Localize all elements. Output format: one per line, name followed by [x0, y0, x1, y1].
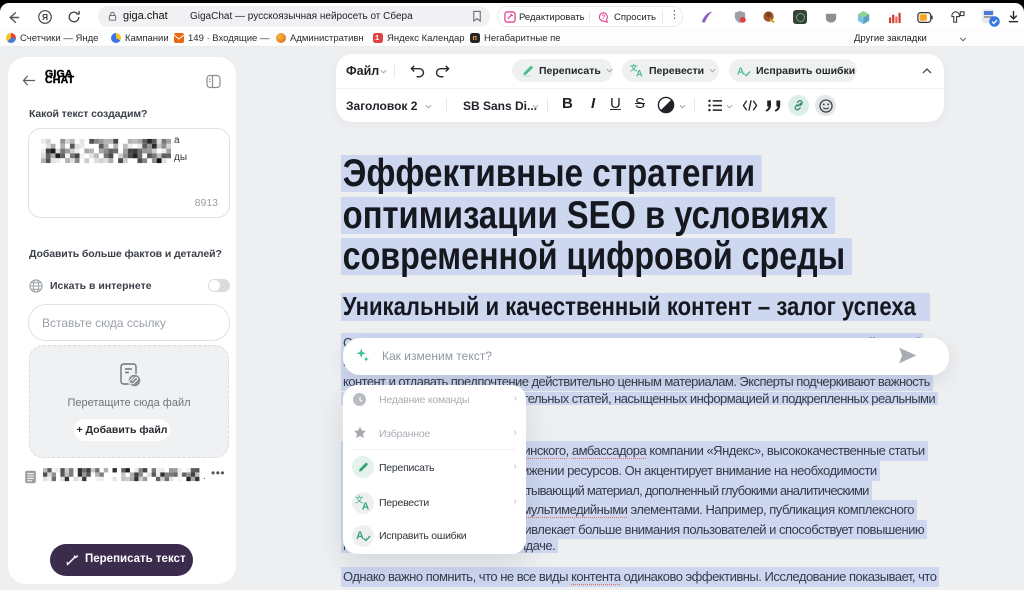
- svg-text:?: ?: [601, 14, 605, 21]
- svg-text:A: A: [737, 66, 745, 77]
- svg-text:A: A: [356, 530, 364, 542]
- svg-text:A: A: [362, 501, 370, 511]
- svg-text:A: A: [636, 68, 643, 77]
- svg-text:Я: Я: [42, 12, 48, 22]
